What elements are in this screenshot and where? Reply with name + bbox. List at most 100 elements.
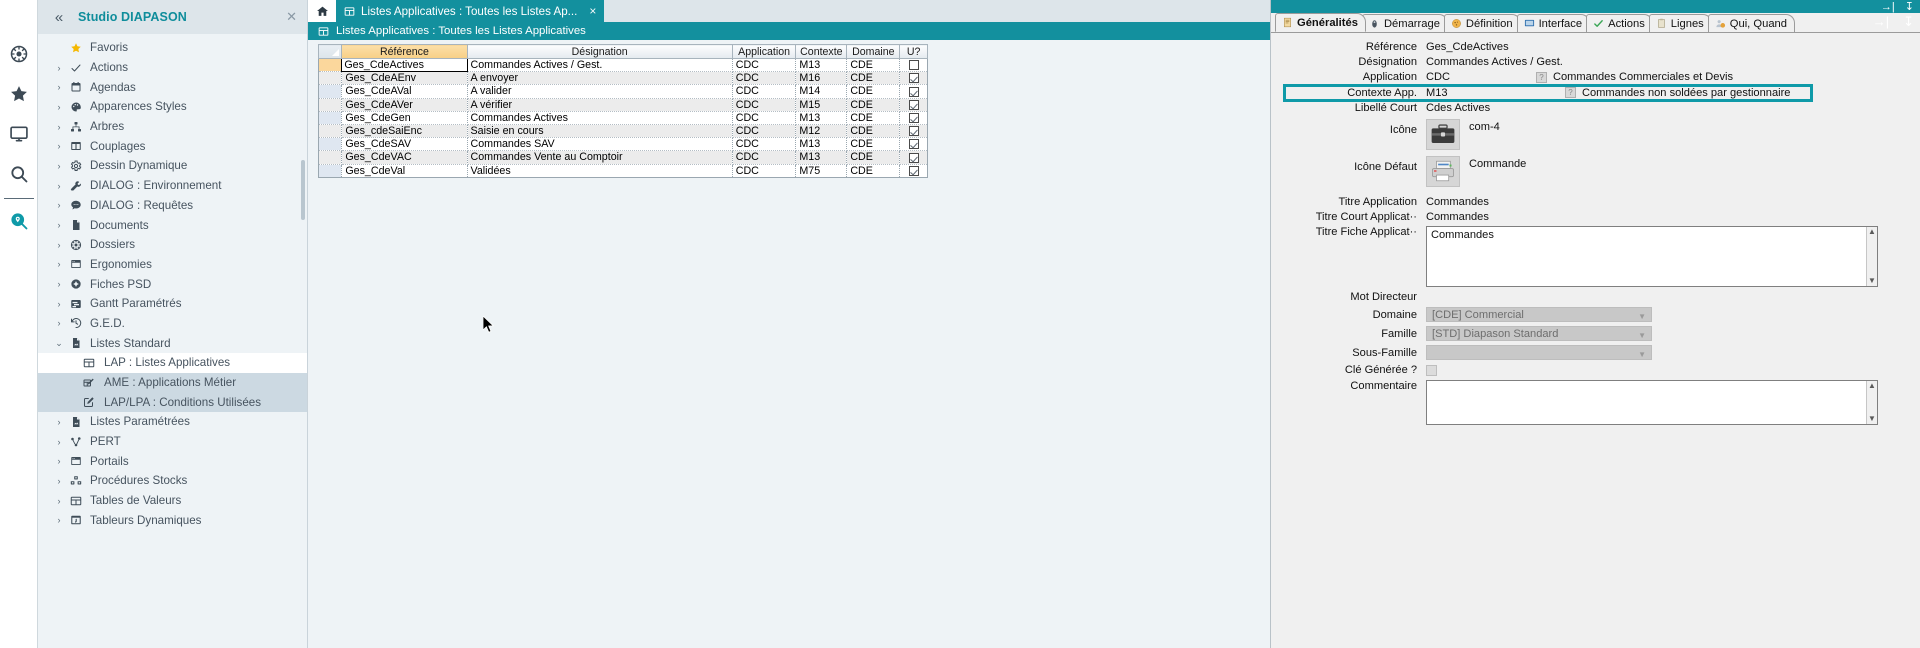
sidebar-item-proc-dures-stocks[interactable]: ›Procédures Stocks [38, 471, 307, 491]
tab-demarrage[interactable]: Démarrage [1362, 14, 1448, 32]
chevron-right-icon[interactable]: › [52, 259, 66, 269]
sidebar-item-documents[interactable]: ›Documents [38, 215, 307, 235]
chevron-right-icon[interactable]: › [52, 82, 66, 92]
collapse-right-icon[interactable]: →| [1881, 1, 1895, 13]
download-icon[interactable]: ↧ [1903, 14, 1914, 30]
tab-lignes[interactable]: Lignes [1649, 14, 1712, 32]
sidebar-item-tableurs-dynamiques[interactable]: ›Tableurs Dynamiques [38, 511, 307, 531]
cell-u-checkbox[interactable] [900, 111, 928, 124]
cell-reference[interactable]: Ges_CdeAVal [342, 85, 467, 98]
chevron-double-left-icon[interactable]: « [46, 10, 72, 25]
cell-domaine[interactable]: CDE [847, 164, 900, 177]
cell-contexte[interactable]: M13 [796, 138, 847, 151]
search-icon[interactable] [0, 154, 38, 194]
cell-u-checkbox[interactable] [900, 72, 928, 85]
chevron-down-icon[interactable]: ⌄ [52, 338, 66, 349]
cell-reference[interactable]: Ges_CdeVal [342, 164, 467, 177]
chevron-right-icon[interactable]: › [52, 279, 66, 289]
checkbox[interactable] [909, 166, 919, 176]
cell-contexte[interactable]: M13 [796, 111, 847, 124]
sidebar-item-favoris[interactable]: Favoris [38, 38, 307, 58]
cell-u-checkbox[interactable] [900, 138, 928, 151]
chevron-right-icon[interactable]: › [52, 417, 66, 427]
chevron-right-icon[interactable]: › [52, 200, 66, 210]
cell-u-checkbox[interactable] [900, 151, 928, 164]
tab-close-icon[interactable]: × [589, 4, 596, 18]
chevron-right-icon[interactable]: › [52, 437, 66, 447]
sidebar-item-gantt-param-tr-s[interactable]: ›Gantt Paramétrés [38, 294, 307, 314]
home-tab[interactable] [308, 0, 336, 22]
cell-application[interactable]: CDC [732, 98, 796, 111]
sidebar-item-listes-param-tr-es[interactable]: ›Listes Paramétrées [38, 412, 307, 432]
cell-u-checkbox[interactable] [900, 85, 928, 98]
cell-u-checkbox[interactable] [900, 98, 928, 111]
field-value[interactable]: Ges_CdeActives [1426, 41, 1509, 53]
cell-domaine[interactable]: CDE [847, 138, 900, 151]
close-icon[interactable]: ✕ [286, 10, 297, 23]
cell-reference[interactable]: Ges_CdeAEnv [342, 72, 467, 85]
cell-reference[interactable]: Ges_cdeSaiEnc [342, 124, 467, 137]
cell-contexte[interactable]: M13 [796, 59, 847, 72]
sidebar-item-g-e-d[interactable]: ›G.E.D. [38, 314, 307, 334]
sidebar-item-tables-de-valeurs[interactable]: ›Tables de Valeurs [38, 491, 307, 511]
sidebar-item-lap-listes-applicatives[interactable]: LAP : Listes Applicatives [38, 353, 307, 373]
cell-designation[interactable]: A valider [467, 85, 732, 98]
table-row[interactable]: Ges_CdeValValidéesCDCM75CDE [319, 164, 928, 177]
table-row[interactable]: Ges_CdeSAVCommandes SAVCDCM13CDE [319, 138, 928, 151]
cell-reference[interactable]: Ges_CdeVAC [342, 151, 467, 164]
sidebar-item-dossiers[interactable]: ›Dossiers [38, 235, 307, 255]
sidebar-item-couplages[interactable]: ›Couplages [38, 136, 307, 156]
checkbox[interactable] [909, 73, 919, 83]
cell-application[interactable]: CDC [732, 124, 796, 137]
cell-application[interactable]: CDC [732, 151, 796, 164]
select-all-corner[interactable] [319, 45, 342, 59]
column-header-domaine[interactable]: Domaine [847, 45, 900, 59]
cell-domaine[interactable]: CDE [847, 111, 900, 124]
cell-application[interactable]: CDC [732, 85, 796, 98]
chevron-right-icon[interactable]: › [52, 122, 66, 132]
sidebar-item-ergonomies[interactable]: ›Ergonomies [38, 255, 307, 275]
checkbox[interactable] [909, 60, 919, 70]
table-row[interactable]: Ges_CdeVACCommandes Vente au ComptoirCDC… [319, 151, 928, 164]
column-header-u[interactable]: U? [900, 45, 928, 59]
chevron-right-icon[interactable]: › [52, 141, 66, 151]
row-selector[interactable] [319, 138, 342, 151]
field-value[interactable]: Commandes [1426, 196, 1489, 208]
download-icon[interactable]: ↧ [1905, 0, 1914, 13]
chevron-right-icon[interactable]: › [52, 515, 66, 525]
tab-generalites[interactable]: Généralités [1275, 13, 1366, 32]
tab-listes-applicatives[interactable]: Listes Applicatives : Toutes les Listes … [336, 0, 604, 22]
sidebar-item-dialog-requ-tes[interactable]: ›DIALOG : Requêtes [38, 196, 307, 216]
icone-preview[interactable] [1426, 119, 1460, 150]
column-header-contexte[interactable]: Contexte [796, 45, 847, 59]
search-location-icon[interactable] [0, 201, 38, 241]
cell-domaine[interactable]: CDE [847, 85, 900, 98]
cell-domaine[interactable]: CDE [847, 72, 900, 85]
chevron-right-icon[interactable]: › [52, 161, 66, 171]
collapse-right-icon[interactable]: →| [1873, 14, 1889, 30]
cell-contexte[interactable]: M12 [796, 124, 847, 137]
table-row[interactable]: Ges_CdeAValA validerCDCM14CDE [319, 85, 928, 98]
chevron-right-icon[interactable]: › [52, 318, 66, 328]
cell-application[interactable]: CDC [732, 72, 796, 85]
cell-domaine[interactable]: CDE [847, 124, 900, 137]
chevron-right-icon[interactable]: › [52, 63, 66, 73]
sidebar-item-arbres[interactable]: ›Arbres [38, 117, 307, 137]
monitor-icon[interactable] [0, 114, 38, 154]
field-value[interactable]: Commandes Actives / Gest. [1426, 56, 1563, 68]
chevron-right-icon[interactable]: › [52, 220, 66, 230]
table-row[interactable]: Ges_CdeActivesCommandes Actives / Gest.C… [319, 59, 928, 72]
cell-application[interactable]: CDC [732, 111, 796, 124]
tab-definition[interactable]: Définition [1444, 14, 1521, 32]
field-value[interactable]: Cdes Actives [1426, 102, 1490, 114]
cell-designation[interactable]: Saisie en cours [467, 124, 732, 137]
star-icon[interactable] [0, 74, 38, 114]
table-row[interactable]: Ges_CdeGenCommandes ActivesCDCM13CDE [319, 111, 928, 124]
chevron-right-icon[interactable]: › [52, 476, 66, 486]
row-selector[interactable] [319, 111, 342, 124]
row-selector[interactable] [319, 98, 342, 111]
sidebar-item-apparences-styles[interactable]: ›Apparences Styles [38, 97, 307, 117]
row-selector[interactable] [319, 124, 342, 137]
row-selector[interactable] [319, 164, 342, 177]
tab-actions[interactable]: Actions [1586, 14, 1653, 32]
